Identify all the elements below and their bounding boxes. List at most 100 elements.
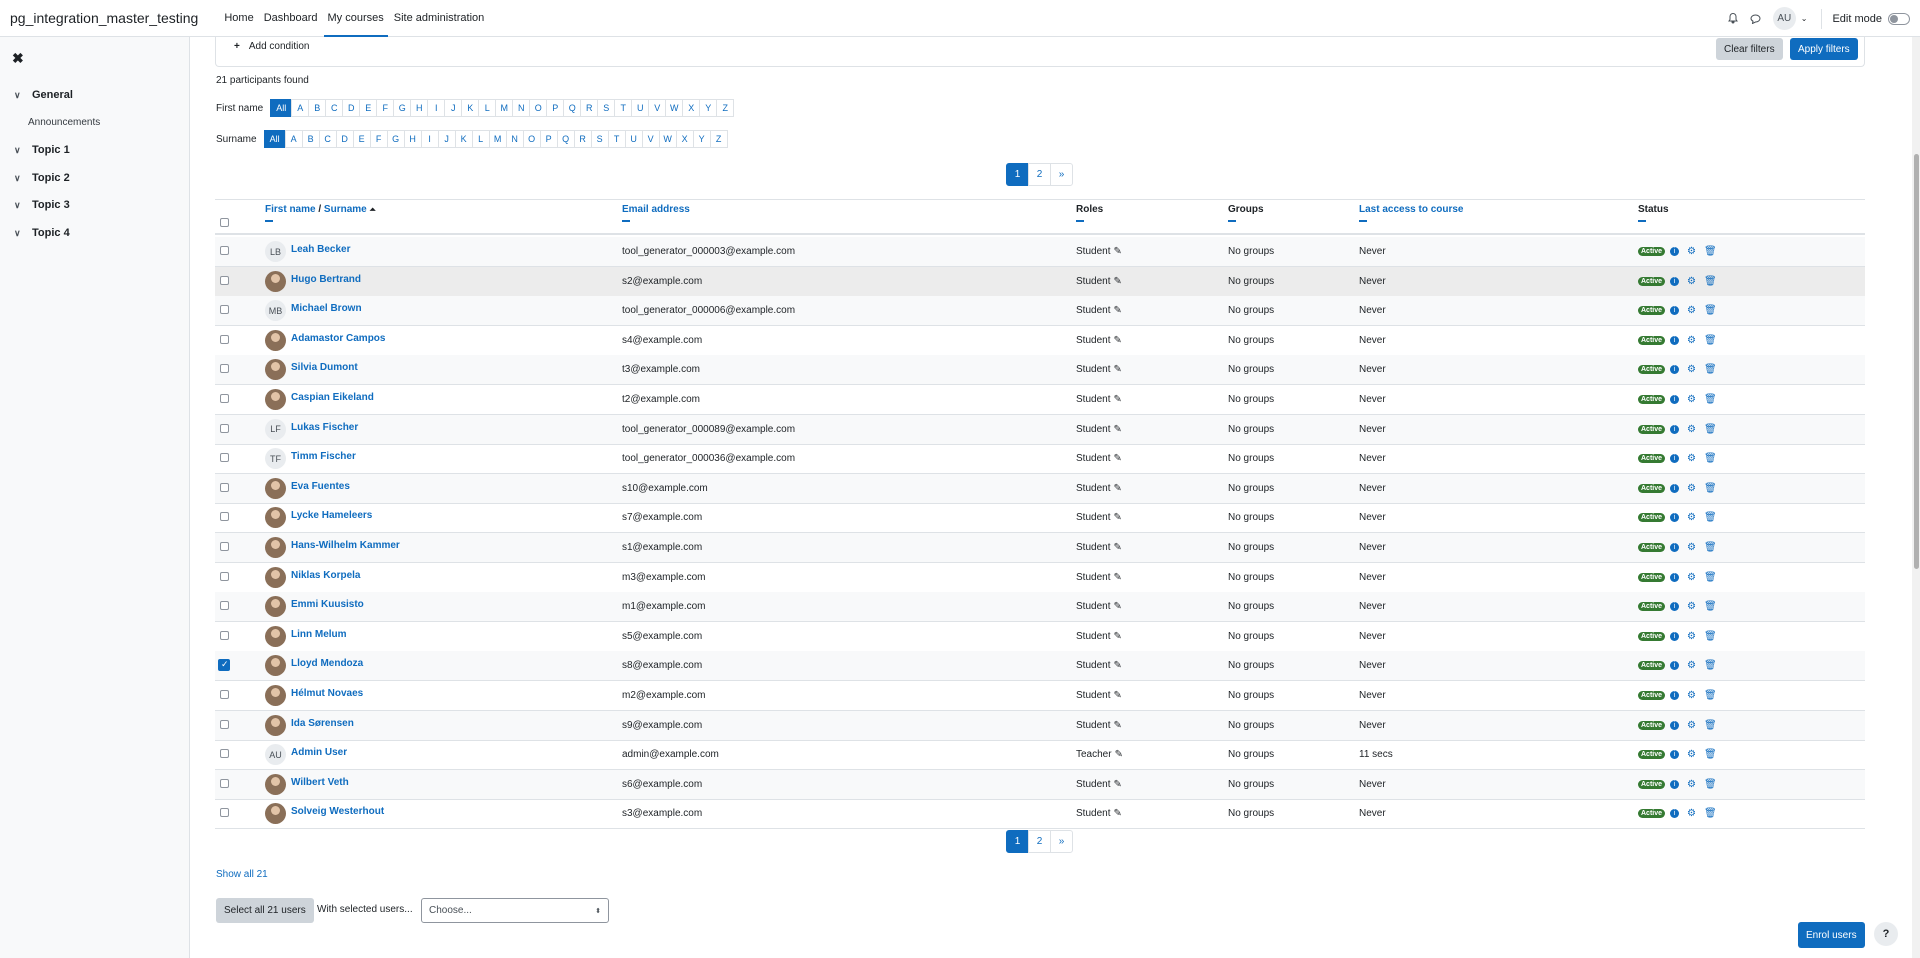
surname-letter-g[interactable]: G	[386, 130, 405, 148]
surname-letter-e[interactable]: E	[352, 130, 371, 148]
gear-icon[interactable]: ⚙	[1687, 720, 1696, 731]
gear-icon[interactable]: ⚙	[1687, 749, 1696, 760]
row-checkbox[interactable]	[220, 749, 229, 759]
info-icon[interactable]: i	[1670, 424, 1680, 434]
trash-icon[interactable]: 🗑	[1704, 394, 1717, 405]
next-page-link[interactable]: »	[1050, 830, 1073, 853]
participant-name-link[interactable]: Hélmut Novaes	[291, 688, 363, 699]
bulk-action-select[interactable]: Choose... ⬍	[421, 898, 609, 923]
participant-name-link[interactable]: Lycke Hameleers	[291, 510, 372, 521]
info-icon[interactable]: i	[1670, 543, 1680, 552]
firstname-letter-t[interactable]: T	[614, 99, 633, 117]
edit-mode-toggle[interactable]	[1888, 12, 1910, 25]
trash-icon[interactable]: 🗑	[1704, 512, 1717, 523]
row-checkbox[interactable]	[220, 690, 229, 699]
participant-name-link[interactable]: Linn Melum	[291, 629, 347, 640]
nav-home[interactable]: Home	[220, 0, 257, 37]
sort-surname-link[interactable]: Surname	[324, 204, 367, 215]
collapse-column-icon[interactable]	[622, 220, 630, 222]
gear-icon[interactable]: ⚙	[1687, 542, 1696, 553]
pencil-icon[interactable]: ✎	[1113, 631, 1121, 642]
participant-name-link[interactable]: Ida Sørensen	[291, 718, 354, 729]
firstname-letter-q[interactable]: Q	[563, 99, 582, 117]
pencil-icon[interactable]: ✎	[1113, 394, 1121, 405]
gear-icon[interactable]: ⚙	[1687, 335, 1696, 346]
gear-icon[interactable]: ⚙	[1687, 453, 1696, 464]
participant-name-link[interactable]: Eva Fuentes	[291, 481, 350, 492]
pencil-icon[interactable]: ✎	[1113, 424, 1121, 435]
participant-name-link[interactable]: Wilbert Veth	[291, 777, 349, 788]
gear-icon[interactable]: ⚙	[1687, 631, 1696, 642]
info-icon[interactable]: i	[1670, 572, 1680, 582]
surname-letter-q[interactable]: Q	[556, 130, 575, 148]
section-topic-1[interactable]: ∨ Topic 1	[14, 144, 70, 156]
trash-icon[interactable]: 🗑	[1704, 542, 1717, 553]
row-checkbox[interactable]	[220, 482, 229, 492]
row-checkbox[interactable]	[220, 630, 229, 640]
clear-filters-button[interactable]: Clear filters	[1716, 38, 1783, 60]
trash-icon[interactable]: 🗑	[1704, 305, 1717, 316]
surname-letter-y[interactable]: Y	[692, 130, 711, 148]
gear-icon[interactable]: ⚙	[1687, 246, 1696, 257]
pencil-icon[interactable]: ✎	[1113, 483, 1121, 494]
nav-dashboard[interactable]: Dashboard	[260, 0, 322, 37]
participant-name-link[interactable]: Hans-Wilhelm Kammer	[291, 540, 400, 551]
pencil-icon[interactable]: ✎	[1113, 690, 1121, 701]
trash-icon[interactable]: 🗑	[1704, 483, 1717, 494]
trash-icon[interactable]: 🗑	[1704, 246, 1717, 257]
firstname-letter-k[interactable]: K	[461, 99, 480, 117]
row-checkbox[interactable]	[220, 423, 229, 433]
participant-name-link[interactable]: Admin User	[291, 747, 347, 758]
gear-icon[interactable]: ⚙	[1687, 779, 1696, 790]
nav-my-courses[interactable]: My courses	[323, 0, 388, 37]
firstname-letter-x[interactable]: X	[682, 99, 701, 117]
firstname-letter-n[interactable]: N	[512, 99, 531, 117]
pencil-icon[interactable]: ✎	[1113, 276, 1121, 287]
pencil-icon[interactable]: ✎	[1113, 364, 1121, 375]
firstname-letter-v[interactable]: V	[648, 99, 667, 117]
row-checkbox[interactable]	[220, 394, 229, 403]
page-1-link[interactable]: 1	[1006, 830, 1029, 853]
surname-letter-w[interactable]: W	[658, 130, 677, 148]
info-icon[interactable]: i	[1670, 602, 1680, 612]
participant-name-link[interactable]: Leah Becker	[291, 244, 350, 255]
help-button[interactable]: ?	[1874, 922, 1898, 946]
surname-letter-n[interactable]: N	[505, 130, 524, 148]
gear-icon[interactable]: ⚙	[1687, 512, 1696, 523]
gear-icon[interactable]: ⚙	[1687, 690, 1696, 701]
pencil-icon[interactable]: ✎	[1113, 572, 1121, 583]
trash-icon[interactable]: 🗑	[1704, 424, 1717, 435]
participant-name-link[interactable]: Niklas Korpela	[291, 570, 360, 581]
surname-letter-v[interactable]: V	[641, 130, 660, 148]
add-condition-button[interactable]: + Add condition	[234, 41, 309, 52]
surname-letter-h[interactable]: H	[403, 130, 422, 148]
trash-icon[interactable]: 🗑	[1704, 631, 1717, 642]
enrol-users-button[interactable]: Enrol users	[1798, 922, 1865, 948]
trash-icon[interactable]: 🗑	[1704, 364, 1717, 375]
info-icon[interactable]: i	[1670, 247, 1680, 256]
info-icon[interactable]: i	[1670, 661, 1680, 671]
surname-letter-u[interactable]: U	[624, 130, 643, 148]
participant-name-link[interactable]: Caspian Eikeland	[291, 392, 374, 403]
trash-icon[interactable]: 🗑	[1704, 720, 1717, 731]
row-checkbox[interactable]	[220, 453, 229, 463]
sort-email-link[interactable]: Email address	[622, 204, 690, 215]
trash-icon[interactable]: 🗑	[1704, 749, 1717, 760]
nav-site-administration[interactable]: Site administration	[390, 0, 489, 37]
row-checkbox[interactable]	[220, 512, 229, 522]
info-icon[interactable]: i	[1670, 513, 1680, 523]
participant-name-link[interactable]: Silvia Dumont	[291, 362, 358, 373]
trash-icon[interactable]: 🗑	[1704, 335, 1717, 346]
select-all-users-button[interactable]: Select all 21 users	[216, 898, 314, 923]
surname-letter-z[interactable]: Z	[709, 130, 728, 148]
row-checkbox[interactable]	[218, 659, 230, 672]
row-checkbox[interactable]	[220, 601, 229, 611]
surname-letter-a[interactable]: A	[284, 130, 303, 148]
row-checkbox[interactable]	[220, 719, 229, 729]
surname-letter-p[interactable]: P	[539, 130, 558, 148]
section-topic-3[interactable]: ∨ Topic 3	[14, 199, 70, 211]
participant-name-link[interactable]: Solveig Westerhout	[291, 806, 384, 817]
info-icon[interactable]: i	[1670, 631, 1680, 641]
info-icon[interactable]: i	[1670, 395, 1680, 404]
surname-letter-k[interactable]: K	[454, 130, 473, 148]
